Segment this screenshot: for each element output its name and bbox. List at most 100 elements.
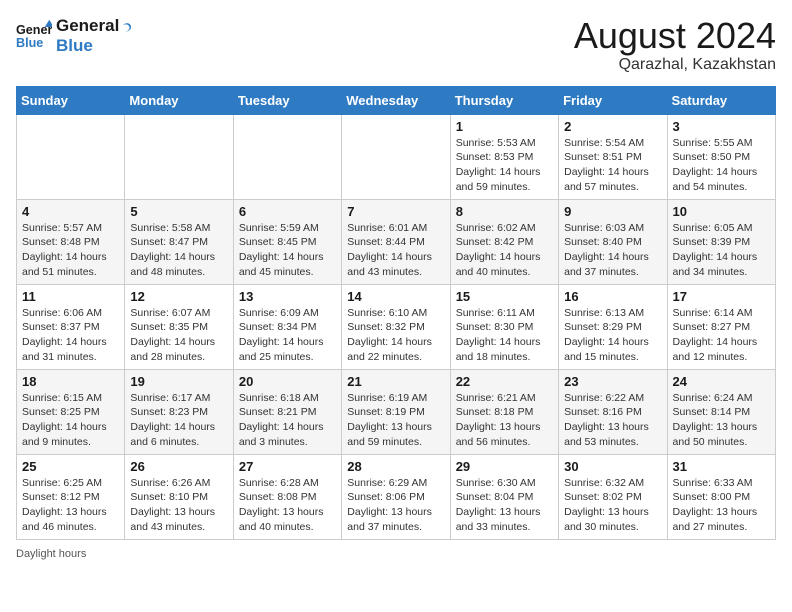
day-number: 30 xyxy=(564,459,661,474)
day-info: Sunrise: 6:22 AMSunset: 8:16 PMDaylight:… xyxy=(564,391,661,450)
calendar-table: SundayMondayTuesdayWednesdayThursdayFrid… xyxy=(16,86,776,540)
day-number: 24 xyxy=(673,374,770,389)
day-info: Sunrise: 6:21 AMSunset: 8:18 PMDaylight:… xyxy=(456,391,553,450)
day-info: Sunrise: 6:03 AMSunset: 8:40 PMDaylight:… xyxy=(564,221,661,280)
day-info: Sunrise: 5:58 AMSunset: 8:47 PMDaylight:… xyxy=(130,221,227,280)
logo-general: General xyxy=(56,16,119,36)
calendar-cell: 11 Sunrise: 6:06 AMSunset: 8:37 PMDayligh… xyxy=(17,284,125,369)
day-info: Sunrise: 6:07 AMSunset: 8:35 PMDaylight:… xyxy=(130,306,227,365)
month-year-title: August 2024 xyxy=(574,16,776,56)
daylight-label: Daylight hours xyxy=(16,548,86,560)
day-number: 18 xyxy=(22,374,119,389)
day-info: Sunrise: 6:06 AMSunset: 8:37 PMDaylight:… xyxy=(22,306,119,365)
calendar-cell: 27Sunrise: 6:28 AMSunset: 8:08 PMDayligh… xyxy=(233,454,341,539)
calendar-cell: 9Sunrise: 6:03 AMSunset: 8:40 PMDaylight… xyxy=(559,199,667,284)
weekday-header-tuesday: Tuesday xyxy=(233,86,341,114)
calendar-cell: 17Sunrise: 6:14 AMSunset: 8:27 PMDayligh… xyxy=(667,284,775,369)
day-number: 23 xyxy=(564,374,661,389)
calendar-cell xyxy=(125,114,233,199)
day-number: 15 xyxy=(456,289,553,304)
calendar-cell: 10Sunrise: 6:05 AMSunset: 8:39 PMDayligh… xyxy=(667,199,775,284)
day-number: 8 xyxy=(456,204,553,219)
day-number: 1 xyxy=(456,119,553,134)
calendar-cell: 12 Sunrise: 6:07 AMSunset: 8:35 PMDayligh… xyxy=(125,284,233,369)
calendar-cell: 16Sunrise: 6:13 AMSunset: 8:29 PMDayligh… xyxy=(559,284,667,369)
day-info: Sunrise: 6:09 AMSunset: 8:34 PMDaylight:… xyxy=(239,306,336,365)
calendar-cell xyxy=(342,114,450,199)
calendar-cell: 29 Sunrise: 6:30 AMSunset: 8:04 PMDayligh… xyxy=(450,454,558,539)
calendar-cell: 23 Sunrise: 6:22 AMSunset: 8:16 PMDayligh… xyxy=(559,369,667,454)
calendar-cell: 1Sunrise: 5:53 AMSunset: 8:53 PMDaylight… xyxy=(450,114,558,199)
day-info: Sunrise: 6:28 AMSunset: 8:08 PMDaylight:… xyxy=(239,476,336,535)
weekday-header-thursday: Thursday xyxy=(450,86,558,114)
calendar-cell: 21 Sunrise: 6:19 AMSunset: 8:19 PMDayligh… xyxy=(342,369,450,454)
day-number: 5 xyxy=(130,204,227,219)
calendar-week-1: 1Sunrise: 5:53 AMSunset: 8:53 PMDaylight… xyxy=(17,114,776,199)
page-header: General Blue General Blue August 2024 Qa… xyxy=(16,16,776,74)
day-number: 4 xyxy=(22,204,119,219)
calendar-cell: 30 Sunrise: 6:32 AMSunset: 8:02 PMDayligh… xyxy=(559,454,667,539)
weekday-header-row: SundayMondayTuesdayWednesdayThursdayFrid… xyxy=(17,86,776,114)
logo-blue: Blue xyxy=(56,36,119,56)
svg-text:Blue: Blue xyxy=(16,36,43,50)
calendar-cell: 3Sunrise: 5:55 AMSunset: 8:50 PMDaylight… xyxy=(667,114,775,199)
weekday-header-monday: Monday xyxy=(125,86,233,114)
weekday-header-wednesday: Wednesday xyxy=(342,86,450,114)
day-info: Sunrise: 5:54 AMSunset: 8:51 PMDaylight:… xyxy=(564,136,661,195)
day-info: Sunrise: 6:33 AMSunset: 8:00 PMDaylight:… xyxy=(673,476,770,535)
day-info: Sunrise: 6:24 AMSunset: 8:14 PMDaylight:… xyxy=(673,391,770,450)
day-info: Sunrise: 6:26 AMSunset: 8:10 PMDaylight:… xyxy=(130,476,227,535)
weekday-header-sunday: Sunday xyxy=(17,86,125,114)
day-number: 29 xyxy=(456,459,553,474)
day-info: Sunrise: 6:25 AMSunset: 8:12 PMDaylight:… xyxy=(22,476,119,535)
day-info: Sunrise: 6:13 AMSunset: 8:29 PMDaylight:… xyxy=(564,306,661,365)
logo: General Blue General Blue xyxy=(16,16,133,57)
calendar-cell: 22 Sunrise: 6:21 AMSunset: 8:18 PMDayligh… xyxy=(450,369,558,454)
calendar-cell: 14 Sunrise: 6:10 AMSunset: 8:32 PMDayligh… xyxy=(342,284,450,369)
day-info: Sunrise: 6:32 AMSunset: 8:02 PMDaylight:… xyxy=(564,476,661,535)
day-number: 21 xyxy=(347,374,444,389)
calendar-cell: 7Sunrise: 6:01 AMSunset: 8:44 PMDaylight… xyxy=(342,199,450,284)
calendar-cell: 31Sunrise: 6:33 AMSunset: 8:00 PMDayligh… xyxy=(667,454,775,539)
day-info: Sunrise: 6:19 AMSunset: 8:19 PMDaylight:… xyxy=(347,391,444,450)
day-number: 20 xyxy=(239,374,336,389)
day-number: 10 xyxy=(673,204,770,219)
location-subtitle: Qarazhal, Kazakhstan xyxy=(574,56,776,74)
day-info: Sunrise: 5:57 AMSunset: 8:48 PMDaylight:… xyxy=(22,221,119,280)
day-number: 12 xyxy=(130,289,227,304)
day-number: 17 xyxy=(673,289,770,304)
calendar-cell: 5 Sunrise: 5:58 AMSunset: 8:47 PMDaylight… xyxy=(125,199,233,284)
calendar-cell: 19Sunrise: 6:17 AMSunset: 8:23 PMDayligh… xyxy=(125,369,233,454)
day-number: 2 xyxy=(564,119,661,134)
calendar-cell: 8 Sunrise: 6:02 AMSunset: 8:42 PMDaylight… xyxy=(450,199,558,284)
day-number: 25 xyxy=(22,459,119,474)
calendar-week-4: 18 Sunrise: 6:15 AMSunset: 8:25 PMDayligh… xyxy=(17,369,776,454)
day-number: 6 xyxy=(239,204,336,219)
logo-bird-icon xyxy=(113,21,133,41)
logo-icon: General Blue xyxy=(16,18,52,54)
calendar-week-5: 25 Sunrise: 6:25 AMSunset: 8:12 PMDayligh… xyxy=(17,454,776,539)
day-info: Sunrise: 6:17 AMSunset: 8:23 PMDaylight:… xyxy=(130,391,227,450)
footer: Daylight hours xyxy=(16,548,776,560)
calendar-cell xyxy=(233,114,341,199)
calendar-cell: 28Sunrise: 6:29 AMSunset: 8:06 PMDayligh… xyxy=(342,454,450,539)
calendar-cell: 20Sunrise: 6:18 AMSunset: 8:21 PMDayligh… xyxy=(233,369,341,454)
day-info: Sunrise: 6:30 AMSunset: 8:04 PMDaylight:… xyxy=(456,476,553,535)
day-info: Sunrise: 6:10 AMSunset: 8:32 PMDaylight:… xyxy=(347,306,444,365)
day-info: Sunrise: 6:02 AMSunset: 8:42 PMDaylight:… xyxy=(456,221,553,280)
calendar-cell: 25 Sunrise: 6:25 AMSunset: 8:12 PMDayligh… xyxy=(17,454,125,539)
day-info: Sunrise: 6:15 AMSunset: 8:25 PMDaylight:… xyxy=(22,391,119,450)
calendar-week-3: 11 Sunrise: 6:06 AMSunset: 8:37 PMDayligh… xyxy=(17,284,776,369)
day-number: 11 xyxy=(22,289,119,304)
weekday-header-saturday: Saturday xyxy=(667,86,775,114)
day-info: Sunrise: 5:55 AMSunset: 8:50 PMDaylight:… xyxy=(673,136,770,195)
day-info: Sunrise: 6:01 AMSunset: 8:44 PMDaylight:… xyxy=(347,221,444,280)
calendar-cell: 6Sunrise: 5:59 AMSunset: 8:45 PMDaylight… xyxy=(233,199,341,284)
day-number: 14 xyxy=(347,289,444,304)
calendar-cell: 26Sunrise: 6:26 AMSunset: 8:10 PMDayligh… xyxy=(125,454,233,539)
title-block: August 2024 Qarazhal, Kazakhstan xyxy=(574,16,776,74)
day-number: 22 xyxy=(456,374,553,389)
calendar-cell: 13Sunrise: 6:09 AMSunset: 8:34 PMDayligh… xyxy=(233,284,341,369)
calendar-cell: 18 Sunrise: 6:15 AMSunset: 8:25 PMDayligh… xyxy=(17,369,125,454)
calendar-cell: 4 Sunrise: 5:57 AMSunset: 8:48 PMDaylight… xyxy=(17,199,125,284)
